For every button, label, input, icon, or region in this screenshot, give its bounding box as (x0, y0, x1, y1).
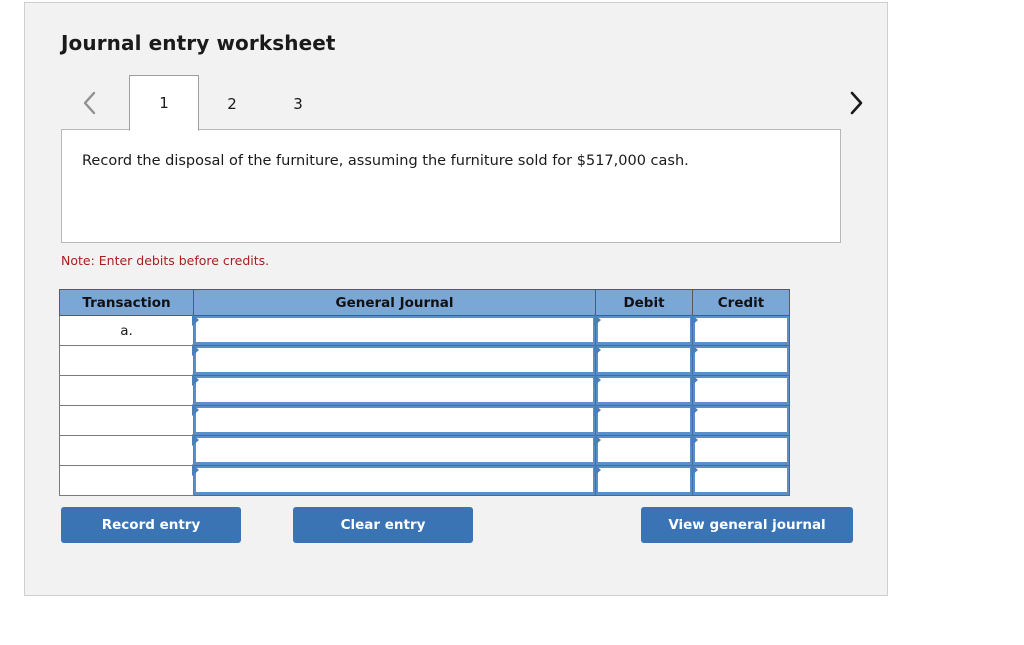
transaction-label-cell (59, 465, 194, 496)
account-picker-icon[interactable] (594, 404, 601, 416)
credit-input-cell[interactable] (691, 434, 790, 466)
record-entry-button[interactable]: Record entry (61, 507, 241, 543)
tab-1[interactable]: 1 (129, 75, 199, 131)
general-journal-input-cell[interactable] (192, 434, 596, 466)
debit-input-cell[interactable] (594, 464, 693, 496)
table-row (59, 464, 790, 496)
transaction-label-cell (59, 405, 194, 436)
table-body: a. (59, 314, 790, 496)
table-header-row: Transaction General Journal Debit Credit (59, 289, 790, 316)
column-header-transaction: Transaction (59, 289, 194, 316)
page-title: Journal entry worksheet (61, 31, 336, 55)
account-picker-icon[interactable] (594, 344, 601, 356)
account-picker-icon[interactable] (594, 314, 601, 326)
account-picker-icon[interactable] (691, 404, 698, 416)
worksheet-panel: Journal entry worksheet 1 2 3 Record the… (24, 2, 888, 596)
debit-input-cell[interactable] (594, 314, 693, 346)
account-picker-icon[interactable] (192, 464, 199, 476)
tab-3[interactable]: 3 (265, 75, 331, 131)
view-general-journal-button[interactable]: View general journal (641, 507, 853, 543)
credit-input-cell[interactable] (691, 404, 790, 436)
tab-label: 3 (293, 94, 303, 113)
general-journal-input[interactable] (196, 408, 593, 432)
credit-input[interactable] (695, 318, 787, 342)
general-journal-input[interactable] (196, 378, 593, 402)
next-page-button[interactable] (841, 83, 871, 123)
account-picker-icon[interactable] (691, 314, 698, 326)
credit-input[interactable] (695, 468, 787, 492)
account-picker-icon[interactable] (192, 434, 199, 446)
transaction-label-cell: a. (59, 315, 194, 346)
debit-input[interactable] (598, 348, 690, 372)
clear-entry-button[interactable]: Clear entry (293, 507, 473, 543)
tab-navigation-strip: 1 2 3 (49, 75, 867, 131)
account-picker-icon[interactable] (691, 344, 698, 356)
table-row (59, 344, 790, 376)
account-picker-icon[interactable] (192, 374, 199, 386)
tab-2[interactable]: 2 (199, 75, 265, 131)
credit-input-cell[interactable] (691, 314, 790, 346)
general-journal-input[interactable] (196, 318, 593, 342)
column-header-debit: Debit (595, 289, 693, 316)
credit-input-cell[interactable] (691, 374, 790, 406)
table-header: Transaction General Journal Debit Credit (59, 289, 790, 316)
debit-input[interactable] (598, 468, 690, 492)
credit-input[interactable] (695, 378, 787, 402)
tab-label: 2 (227, 94, 237, 113)
table-row: a. (59, 314, 790, 346)
debit-input-cell[interactable] (594, 374, 693, 406)
account-picker-icon[interactable] (691, 434, 698, 446)
chevron-right-icon (846, 88, 866, 118)
credit-input[interactable] (695, 348, 787, 372)
table-row (59, 374, 790, 406)
transaction-label-cell (59, 345, 194, 376)
account-picker-icon[interactable] (594, 464, 601, 476)
credit-input[interactable] (695, 408, 787, 432)
credit-input[interactable] (695, 438, 787, 462)
debit-input[interactable] (598, 378, 690, 402)
credit-input-cell[interactable] (691, 464, 790, 496)
account-picker-icon[interactable] (594, 374, 601, 386)
general-journal-input-cell[interactable] (192, 314, 596, 346)
general-journal-input-cell[interactable] (192, 344, 596, 376)
debits-before-credits-note: Note: Enter debits before credits. (61, 253, 270, 268)
previous-page-button[interactable] (75, 83, 105, 123)
account-picker-icon[interactable] (594, 434, 601, 446)
account-picker-icon[interactable] (192, 404, 199, 416)
account-picker-icon[interactable] (691, 464, 698, 476)
general-journal-input[interactable] (196, 348, 593, 372)
instruction-text: Record the disposal of the furniture, as… (82, 153, 689, 169)
table-row (59, 434, 790, 466)
transaction-label-cell (59, 435, 194, 466)
debit-input-cell[interactable] (594, 404, 693, 436)
debit-input-cell[interactable] (594, 434, 693, 466)
debit-input-cell[interactable] (594, 344, 693, 376)
general-journal-input[interactable] (196, 468, 593, 492)
tab-label: 1 (159, 94, 169, 112)
credit-input-cell[interactable] (691, 344, 790, 376)
table-row (59, 404, 790, 436)
debit-input[interactable] (598, 408, 690, 432)
account-picker-icon[interactable] (691, 374, 698, 386)
debit-input[interactable] (598, 318, 690, 342)
general-journal-input[interactable] (196, 438, 593, 462)
transaction-label-cell (59, 375, 194, 406)
general-journal-input-cell[interactable] (192, 464, 596, 496)
debit-input[interactable] (598, 438, 690, 462)
chevron-left-icon (81, 89, 99, 117)
account-picker-icon[interactable] (192, 344, 199, 356)
journal-entry-table: Transaction General Journal Debit Credit… (59, 289, 790, 496)
column-header-general-journal: General Journal (193, 289, 596, 316)
page-root: Journal entry worksheet 1 2 3 Record the… (0, 0, 1024, 645)
general-journal-input-cell[interactable] (192, 404, 596, 436)
column-header-credit: Credit (692, 289, 790, 316)
account-picker-icon[interactable] (192, 314, 199, 326)
instruction-panel: Record the disposal of the furniture, as… (61, 129, 841, 243)
general-journal-input-cell[interactable] (192, 374, 596, 406)
